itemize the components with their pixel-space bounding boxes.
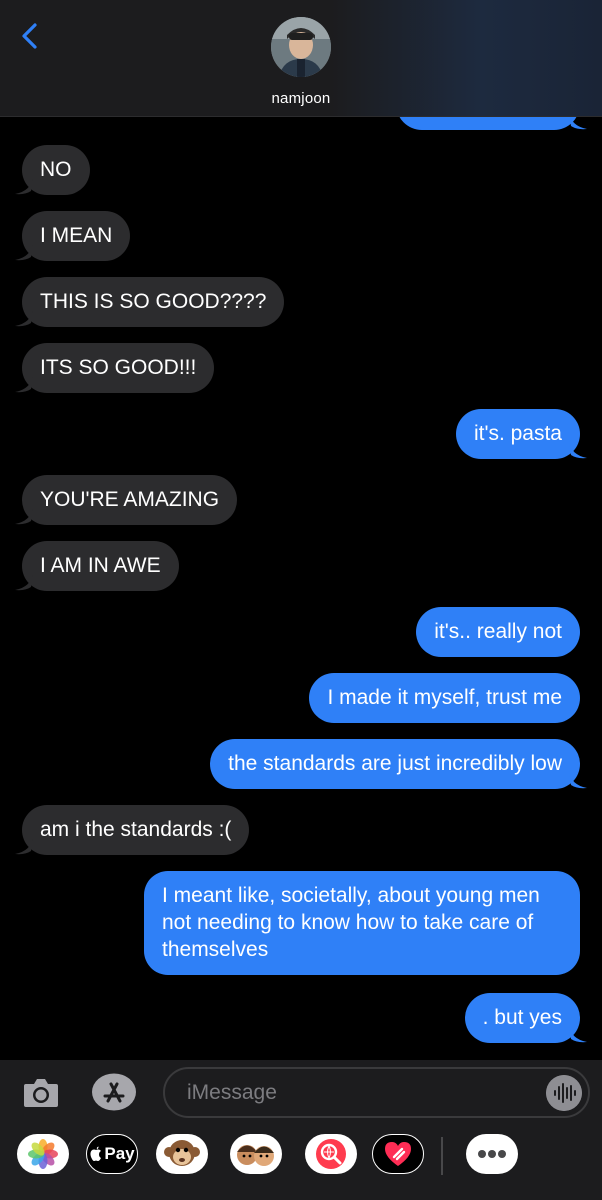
app-store-icon[interactable] (91, 1073, 137, 1111)
app-drawer: Pay (0, 1134, 602, 1180)
monkey-face-icon (164, 1140, 200, 1166)
conversation-header: namjoon (0, 0, 602, 117)
message-text: I MEAN (40, 224, 113, 247)
contact-name[interactable]: namjoon (0, 90, 602, 107)
memoji-faces-icon (237, 1145, 274, 1166)
message-bubble-outgoing[interactable]: it's. pasta (455, 409, 587, 459)
bubble-tail (15, 837, 33, 855)
more-apps-icon[interactable] (466, 1134, 518, 1174)
avatar-photo (271, 17, 331, 77)
message-bubble-incoming[interactable]: I MEAN (15, 211, 131, 261)
message-bubble-incoming[interactable]: ITS SO GOOD!!! (15, 343, 215, 393)
message-text: THIS IS SO GOOD???? (40, 290, 267, 313)
photos-flower-icon (28, 1139, 58, 1169)
chevron-left-icon[interactable] (14, 20, 46, 52)
audio-waveform-icon[interactable] (546, 1075, 582, 1111)
apple-logo-icon (90, 1146, 102, 1161)
apple-pay-label: Pay (104, 1144, 135, 1163)
globe-search-icon (316, 1139, 346, 1169)
message-text: I meant like, societally, about young me… (162, 884, 540, 961)
web-images-search-icon[interactable] (305, 1134, 357, 1174)
bubble-tail (15, 309, 33, 327)
message-bubble-incoming[interactable]: am i the standards :( (15, 805, 250, 855)
app-drawer-divider (441, 1137, 443, 1175)
bubble-tail (15, 573, 33, 591)
photos-app-icon[interactable] (17, 1134, 69, 1174)
message-text: I made it myself, trust me (327, 686, 562, 709)
contact-avatar[interactable] (271, 17, 331, 77)
message-bubble-partial[interactable] (396, 116, 587, 130)
input-placeholder: iMessage (187, 1081, 277, 1104)
monkey-animoji-icon[interactable] (156, 1134, 208, 1174)
message-text: . but yes (482, 1006, 562, 1029)
message-thread[interactable]: NO I MEAN THIS IS SO GOOD???? ITS SO GOO… (0, 116, 602, 1060)
message-bubble-incoming[interactable]: I AM IN AWE (15, 541, 179, 591)
message-text: it's.. really not (434, 620, 562, 643)
message-text: NO (40, 158, 72, 181)
message-bubble-incoming[interactable]: THIS IS SO GOOD???? (15, 277, 285, 327)
message-text: I AM IN AWE (40, 554, 161, 577)
message-text: am i the standards :( (40, 818, 232, 841)
message-bubble-outgoing[interactable]: I meant like, societally, about young me… (144, 871, 580, 975)
bubble-tail (15, 507, 33, 525)
heart-touch-icon (385, 1142, 411, 1166)
bubble-tail (569, 116, 587, 130)
message-bubble-incoming[interactable]: NO (15, 145, 90, 195)
message-text: it's. pasta (473, 422, 562, 445)
bubble-tail (569, 441, 587, 459)
bubble-tail (569, 771, 587, 789)
memoji-stickers-icon[interactable] (230, 1134, 282, 1174)
message-input[interactable]: iMessage (163, 1067, 590, 1118)
message-bubble-outgoing[interactable]: the standards are just incredibly low (210, 739, 587, 789)
ellipsis-icon (478, 1150, 506, 1158)
camera-icon[interactable] (22, 1074, 60, 1110)
digital-touch-icon[interactable] (372, 1134, 424, 1174)
message-text: the standards are just incredibly low (228, 752, 562, 775)
message-bubble-incoming[interactable]: YOU'RE AMAZING (15, 475, 238, 525)
message-text: YOU'RE AMAZING (40, 488, 220, 511)
bubble-tail (15, 375, 33, 393)
message-bubble-outgoing[interactable]: . but yes (464, 993, 587, 1043)
message-bubble-outgoing[interactable]: it's.. really not (416, 607, 580, 657)
bubble-tail (15, 243, 33, 261)
message-bubble-outgoing[interactable]: I made it myself, trust me (309, 673, 580, 723)
bubble-tail (569, 1025, 587, 1043)
apple-pay-icon[interactable]: Pay (86, 1134, 138, 1174)
message-text: ITS SO GOOD!!! (40, 356, 197, 379)
bubble-tail (15, 177, 33, 195)
